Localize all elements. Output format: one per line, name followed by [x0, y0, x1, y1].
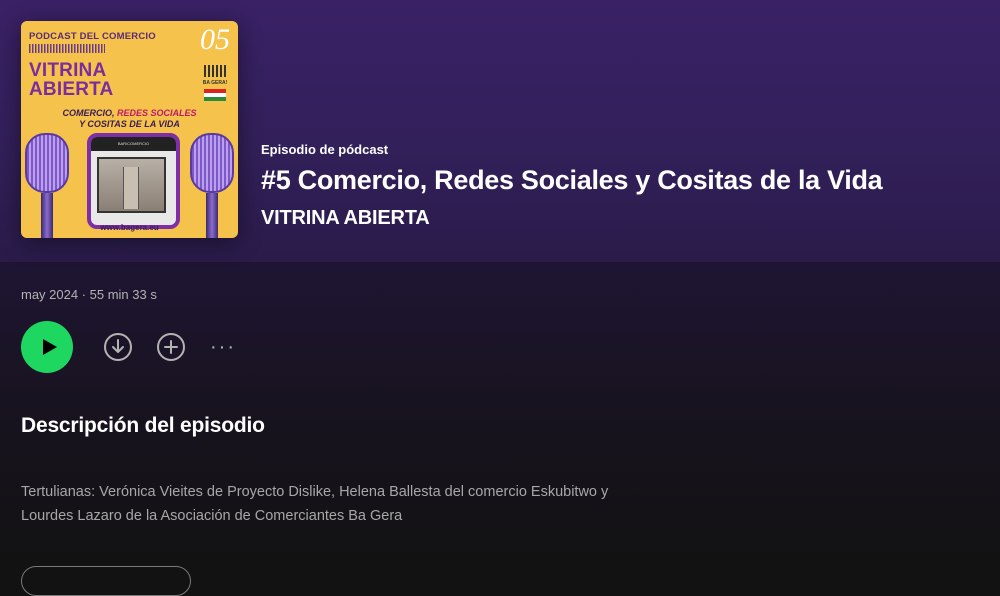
download-circle-icon — [104, 333, 132, 361]
cover-subtitle-part1: COMERCIO, — [62, 108, 117, 118]
more-dots-icon: ··· — [210, 336, 236, 358]
waveform-graphic — [29, 44, 105, 53]
plus-circle-icon — [157, 333, 185, 361]
cover-title-line2: ABIERTA — [29, 79, 114, 100]
cover-subtitle-highlight: REDES SOCIALES — [117, 108, 197, 118]
episode-title: #5 Comercio, Redes Sociales y Cositas de… — [261, 165, 883, 195]
description-line: Tertulianas: Verónica Vieites de Proyect… — [21, 484, 609, 500]
cover-title: VITRINA ABIERTA — [29, 61, 113, 99]
description-line: Lourdes Lazaro de la Asociación de Comer… — [21, 508, 403, 524]
barcode-icon — [204, 65, 226, 77]
play-icon — [42, 339, 57, 355]
description-text: Tertulianas: Verónica Vieites de Proyect… — [21, 480, 661, 528]
cover-subtitle: COMERCIO, REDES SOCIALES Y COSITAS DE LA… — [21, 108, 238, 130]
add-to-library-button[interactable] — [156, 332, 186, 362]
more-options-button[interactable]: ··· — [208, 332, 238, 362]
shop-sign: BAR/COMERCIO — [91, 137, 176, 151]
episode-cover-art: PODCAST DEL COMERCIO 05 VITRINA ABIERTA … — [21, 21, 238, 238]
flag-icon — [204, 89, 226, 101]
brand-name: BA GERA! — [202, 80, 228, 86]
brand-logo: BA GERA! — [201, 65, 229, 105]
cover-episode-number: 05 — [200, 23, 230, 56]
shopfront-image: BAR/COMERCIO — [87, 133, 180, 229]
cover-title-line1: VITRINA — [29, 60, 107, 81]
show-all-button[interactable] — [21, 566, 191, 596]
show-name-link[interactable]: VITRINA ABIERTA — [261, 207, 430, 230]
play-button[interactable] — [21, 321, 73, 373]
download-button[interactable] — [103, 332, 133, 362]
episode-meta: may 2024 · 55 min 33 s — [21, 287, 157, 302]
cover-website: www.bagera.eu — [100, 223, 159, 232]
cover-podcast-label: PODCAST DEL COMERCIO — [29, 31, 156, 42]
content-type-label: Episodio de pódcast — [261, 142, 389, 157]
cover-subtitle-line2: Y COSITAS DE LA VIDA — [79, 119, 180, 129]
description-heading: Descripción del episodio — [21, 414, 265, 437]
